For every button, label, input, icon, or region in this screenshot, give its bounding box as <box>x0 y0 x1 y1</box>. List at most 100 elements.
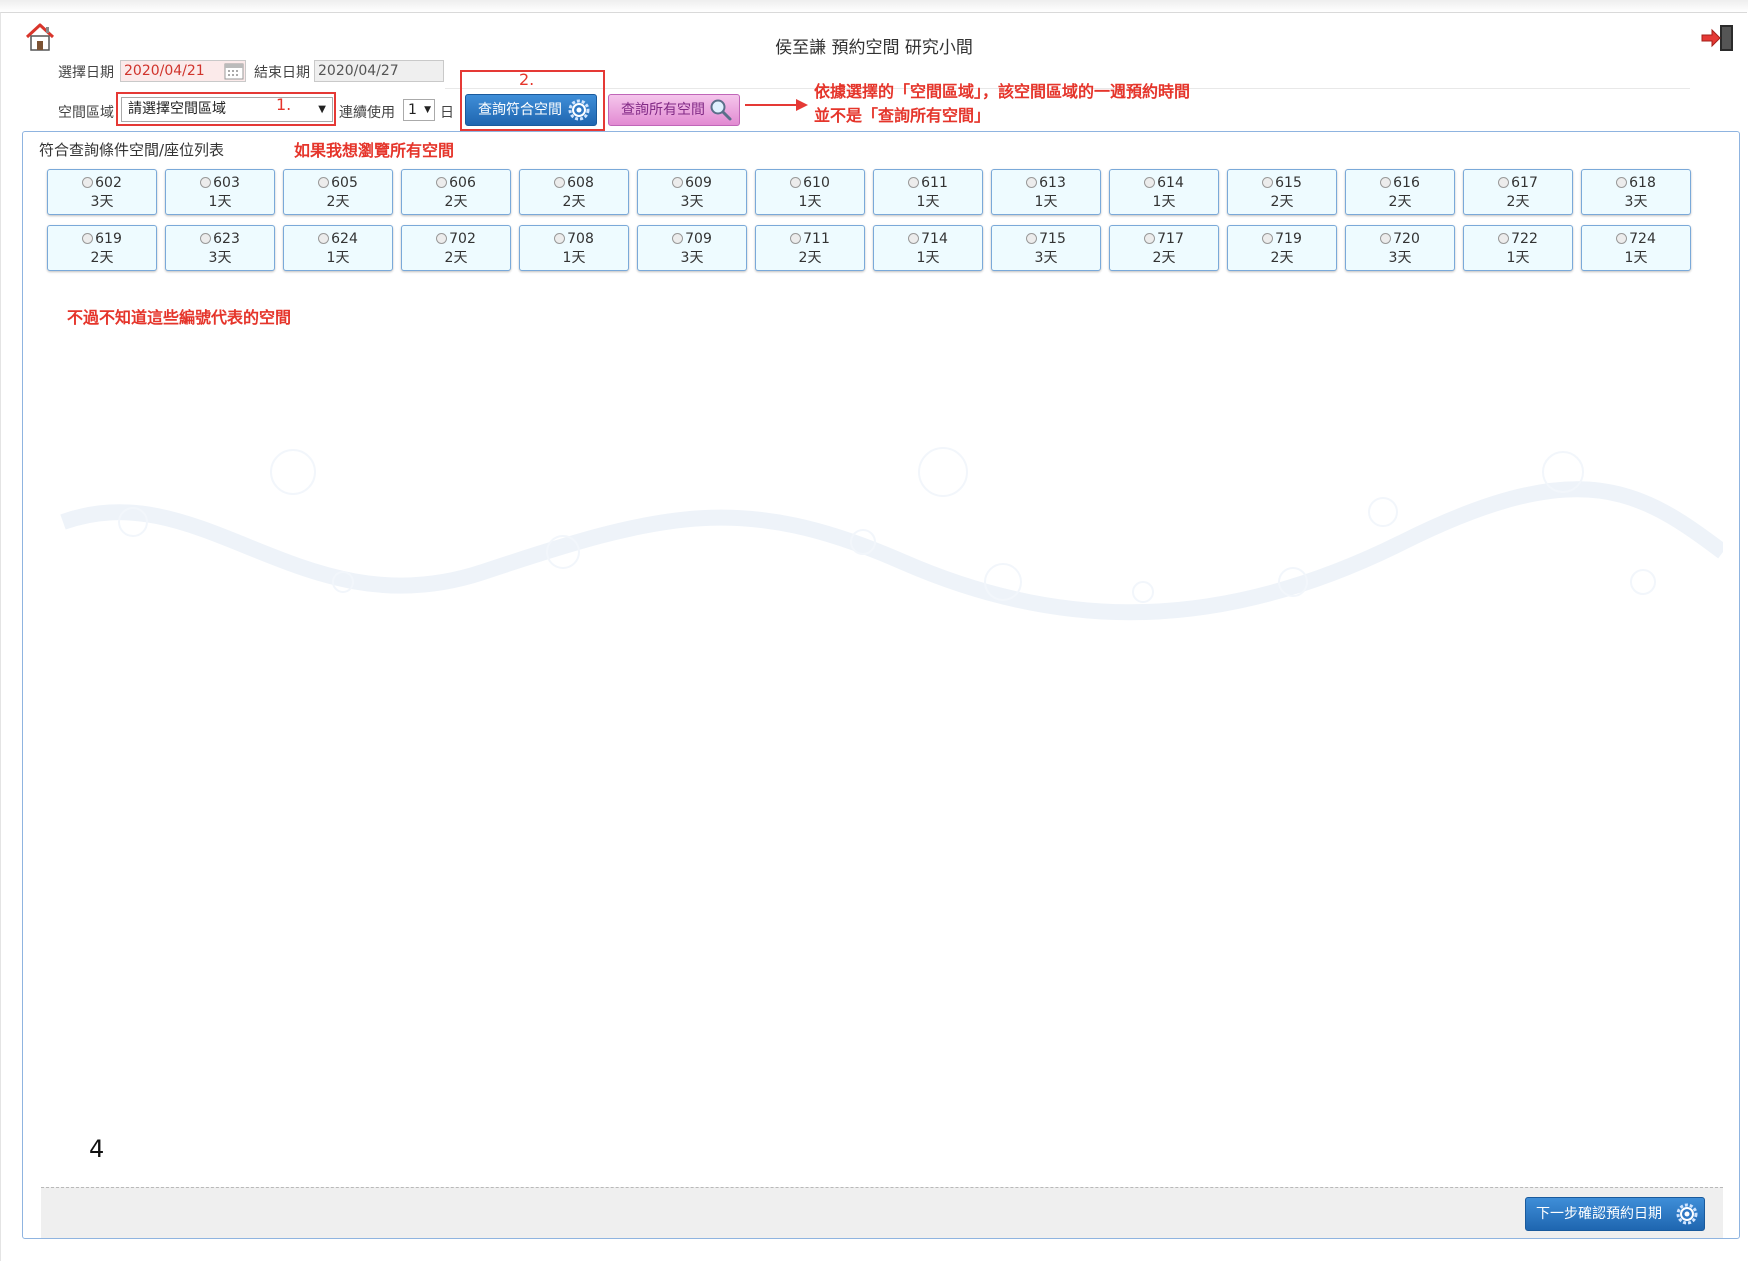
annotation-box-step1 <box>116 92 336 126</box>
annotation-note-line1: 依據選擇的「空間區域」，該空間區域的一週預約時間 <box>814 82 1191 101</box>
available-days: 2天 <box>1506 194 1530 210</box>
room-option-606[interactable]: 606 2天 <box>401 169 511 215</box>
room-number-text: 724 <box>1629 231 1656 247</box>
radio-button[interactable] <box>554 233 566 244</box>
radio-button[interactable] <box>1262 233 1274 244</box>
available-days: 3天 <box>208 250 232 266</box>
room-option-608[interactable]: 608 2天 <box>519 169 629 215</box>
room-number-text: 605 <box>331 175 358 191</box>
room-number-text: 708 <box>567 231 594 247</box>
radio-button[interactable] <box>82 177 94 188</box>
available-days: 1天 <box>916 250 940 266</box>
radio-button[interactable] <box>554 177 566 188</box>
room-number-text: 709 <box>685 231 712 247</box>
radio-button[interactable] <box>1026 233 1038 244</box>
room-option-708[interactable]: 708 1天 <box>519 225 629 271</box>
available-days: 3天 <box>680 194 704 210</box>
radio-button[interactable] <box>790 177 802 188</box>
room-option-602[interactable]: 602 3天 <box>47 169 157 215</box>
annotation-number-4: 4 <box>89 1135 105 1163</box>
calendar-icon[interactable] <box>224 62 244 80</box>
radio-button[interactable] <box>1144 233 1156 244</box>
room-option-624[interactable]: 624 1天 <box>283 225 393 271</box>
radio-button[interactable] <box>672 177 684 188</box>
room-option-719[interactable]: 719 2天 <box>1227 225 1337 271</box>
radio-button[interactable] <box>908 233 920 244</box>
room-option-617[interactable]: 617 2天 <box>1463 169 1573 215</box>
annotation-arrow-head <box>796 99 808 111</box>
room-option-623[interactable]: 623 3天 <box>165 225 275 271</box>
room-number-text: 714 <box>921 231 948 247</box>
room-option-603[interactable]: 603 1天 <box>165 169 275 215</box>
radio-button[interactable] <box>908 177 920 188</box>
exit-icon[interactable] <box>1700 24 1736 52</box>
room-option-709[interactable]: 709 3天 <box>637 225 747 271</box>
query-all-spaces-button[interactable]: 查詢所有空間 <box>608 94 740 126</box>
room-option-611[interactable]: 611 1天 <box>873 169 983 215</box>
end-date-input: 2020/04/27 <box>314 60 444 82</box>
room-number: 711 <box>756 230 864 248</box>
radio-button[interactable] <box>200 177 212 188</box>
room-number: 614 <box>1110 174 1218 192</box>
room-number: 708 <box>520 230 628 248</box>
radio-button[interactable] <box>1144 177 1156 188</box>
room-option-724[interactable]: 724 1天 <box>1581 225 1691 271</box>
available-days: 3天 <box>1388 250 1412 266</box>
room-number: 616 <box>1346 174 1454 192</box>
room-option-614[interactable]: 614 1天 <box>1109 169 1219 215</box>
room-number: 709 <box>638 230 746 248</box>
room-number: 619 <box>48 230 156 248</box>
room-number: 602 <box>48 174 156 192</box>
radio-button[interactable] <box>1616 177 1628 188</box>
radio-button[interactable] <box>82 233 94 244</box>
radio-button[interactable] <box>1616 233 1628 244</box>
room-option-610[interactable]: 610 1天 <box>755 169 865 215</box>
panel-title: 符合查詢條件空間/座位列表 <box>39 141 225 159</box>
room-option-714[interactable]: 714 1天 <box>873 225 983 271</box>
magnifier-icon <box>709 98 733 122</box>
room-number: 611 <box>874 174 982 192</box>
room-option-717[interactable]: 717 2天 <box>1109 225 1219 271</box>
room-option-722[interactable]: 722 1天 <box>1463 225 1573 271</box>
radio-button[interactable] <box>436 233 448 244</box>
room-option-609[interactable]: 609 3天 <box>637 169 747 215</box>
radio-button[interactable] <box>200 233 212 244</box>
radio-button[interactable] <box>672 233 684 244</box>
radio-button[interactable] <box>1498 233 1510 244</box>
available-days: 1天 <box>208 194 232 210</box>
gear-icon <box>1676 1203 1698 1225</box>
next-confirm-date-button[interactable]: 下一步確認預約日期 <box>1525 1197 1705 1231</box>
room-number-text: 608 <box>567 175 594 191</box>
room-option-702[interactable]: 702 2天 <box>401 225 511 271</box>
room-option-616[interactable]: 616 2天 <box>1345 169 1455 215</box>
room-option-605[interactable]: 605 2天 <box>283 169 393 215</box>
radio-button[interactable] <box>790 233 802 244</box>
room-option-720[interactable]: 720 3天 <box>1345 225 1455 271</box>
room-number: 610 <box>756 174 864 192</box>
radio-button[interactable] <box>436 177 448 188</box>
radio-button[interactable] <box>318 233 330 244</box>
room-number: 715 <box>992 230 1100 248</box>
area-label: 空間區域 <box>58 105 114 121</box>
room-number-text: 717 <box>1157 231 1184 247</box>
radio-button[interactable] <box>318 177 330 188</box>
continuous-days-select[interactable]: 1 ▼ <box>403 99 435 121</box>
room-option-711[interactable]: 711 2天 <box>755 225 865 271</box>
room-number-text: 606 <box>449 175 476 191</box>
annotation-browse-all: 如果我想瀏覽所有空間 <box>294 141 455 160</box>
room-number: 613 <box>992 174 1100 192</box>
radio-button[interactable] <box>1498 177 1510 188</box>
room-option-618[interactable]: 618 3天 <box>1581 169 1691 215</box>
radio-button[interactable] <box>1262 177 1274 188</box>
room-number-text: 602 <box>95 175 122 191</box>
room-option-615[interactable]: 615 2天 <box>1227 169 1337 215</box>
radio-button[interactable] <box>1026 177 1038 188</box>
room-option-619[interactable]: 619 2天 <box>47 225 157 271</box>
available-days: 2天 <box>1270 250 1294 266</box>
radio-button[interactable] <box>1380 233 1392 244</box>
radio-button[interactable] <box>1380 177 1392 188</box>
available-days: 1天 <box>562 250 586 266</box>
room-option-613[interactable]: 613 1天 <box>991 169 1101 215</box>
continuous-days-value: 1 <box>408 102 417 118</box>
room-option-715[interactable]: 715 3天 <box>991 225 1101 271</box>
